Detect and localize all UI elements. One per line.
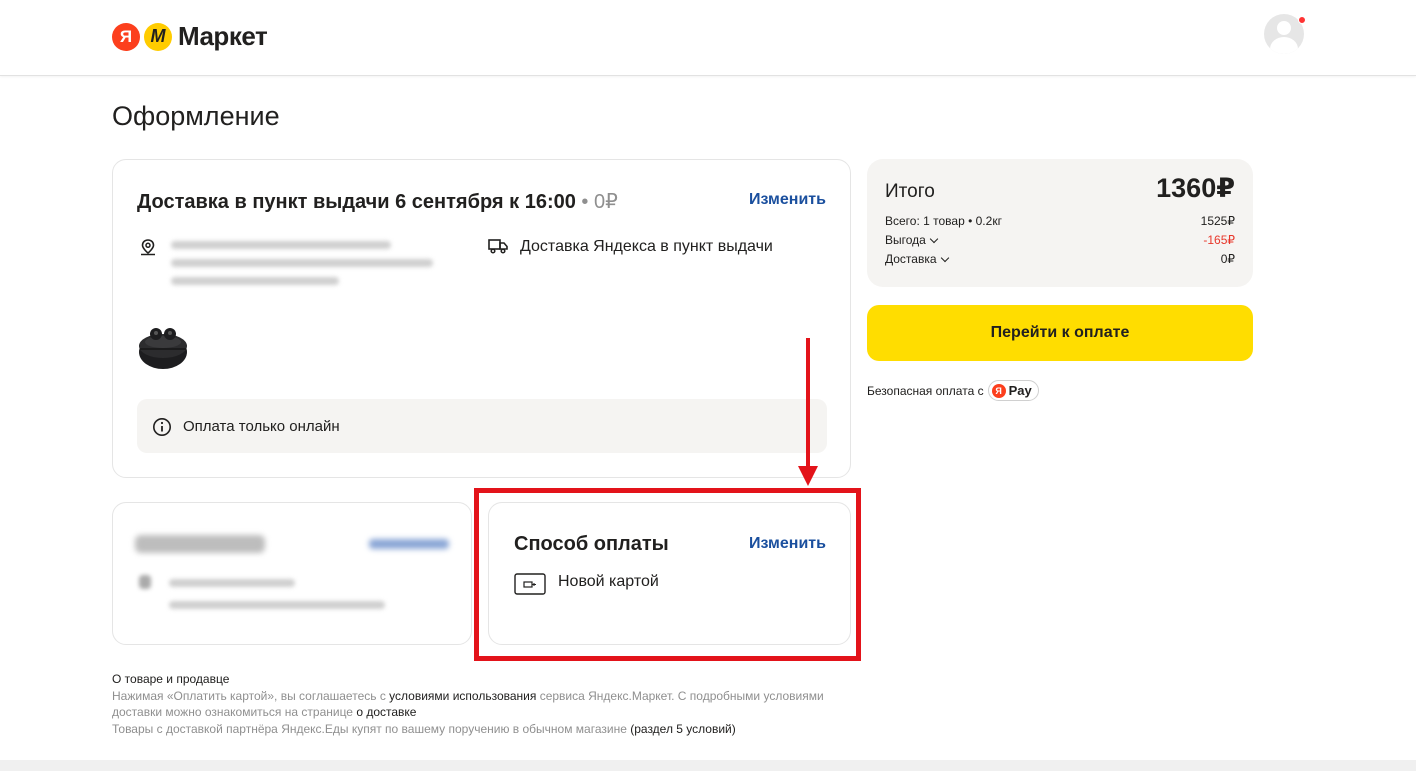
market-logo-icon: М [144, 22, 172, 51]
red-arrow-annotation [798, 338, 818, 486]
payment-info-box: Оплата только онлайн [137, 399, 827, 453]
earbuds-product-image[interactable] [137, 322, 189, 370]
footer-text: Товары с доставкой партнёра Яндекс.Еды к… [112, 721, 631, 736]
summary-total: 1360₽ [1156, 173, 1235, 203]
blurred-address-line [171, 259, 433, 267]
blurred-recipient-line [169, 579, 295, 587]
header: Я М Маркет [0, 0, 1416, 76]
about-delivery-link[interactable]: о доставке [356, 705, 416, 719]
blurred-address-line [171, 241, 391, 249]
highlight-annotation-box [474, 488, 861, 661]
truck-icon [488, 239, 508, 254]
terms-of-use-link[interactable]: условиями использования [389, 689, 536, 703]
notification-dot [1298, 16, 1306, 24]
yandex-pay-badge: Я Pay [987, 380, 1039, 401]
chevron-down-icon [940, 253, 949, 263]
yandex-market-logo[interactable]: Я М Маркет [112, 21, 268, 52]
logo-text: Маркет [178, 21, 268, 51]
avatar-head [1277, 21, 1291, 35]
delivery-title-text: Доставка в пункт выдачи 6 сентября к 16:… [137, 191, 576, 213]
summary-title: Итого [885, 181, 935, 202]
footer-delivery-line: доставки можно ознакомиться на странице … [112, 704, 824, 721]
savings-label: Выгода [885, 233, 926, 247]
yandex-pay-icon: Я [991, 383, 1006, 398]
summary-row-value: 1525₽ [1200, 214, 1235, 228]
blurred-recipient-line [169, 601, 385, 609]
bottom-strip [0, 760, 1416, 771]
section-5-terms-link[interactable]: (раздел 5 условий) [630, 722, 736, 736]
summary-row-label: Выгода [885, 233, 939, 247]
delivery-method: Доставка Яндекса в пункт выдачи [520, 238, 773, 255]
page-title: Оформление [112, 101, 280, 131]
delivery-label: Доставка [885, 252, 937, 266]
footer-partner-line: Товары с доставкой партнёра Яндекс.Еды к… [112, 721, 824, 738]
info-icon [153, 418, 171, 436]
summary-row-label: Доставка [885, 252, 949, 266]
map-pin-icon [141, 239, 155, 256]
chevron-down-icon [929, 234, 939, 244]
footer-text: Нажимая «Оплатить картой», вы соглашаете… [112, 688, 390, 703]
delivery-separator: • [575, 191, 594, 213]
legal-footer: О товаре и продавце Нажимая «Оплатить ка… [112, 671, 824, 737]
info-text: Оплата только онлайн [183, 418, 340, 435]
blurred-person-icon [139, 575, 151, 589]
summary-row-total-items: Всего: 1 товар • 0.2кг 1525₽ [885, 214, 1235, 228]
delivery-change-link[interactable]: Изменить [749, 191, 826, 209]
secure-payment-text: Безопасная оплата с [867, 383, 984, 398]
go-to-payment-button[interactable]: Перейти к оплате [867, 305, 1253, 361]
delivery-title: Доставка в пункт выдачи 6 сентября к 16:… [137, 189, 618, 214]
product-seller-info-link[interactable]: О товаре и продавце [112, 671, 824, 688]
blurred-address-line [171, 277, 339, 285]
delivery-card: Доставка в пункт выдачи 6 сентября к 16:… [112, 159, 851, 478]
avatar-body [1270, 37, 1298, 54]
delivery-price: 0₽ [593, 191, 618, 213]
blurred-recipient-title [135, 535, 265, 553]
summary-row-label: Всего: 1 товар • 0.2кг [885, 214, 1002, 228]
summary-row-delivery[interactable]: Доставка 0₽ [885, 252, 1235, 266]
order-summary: Итого 1360₽ Всего: 1 товар • 0.2кг 1525₽… [867, 159, 1253, 287]
secure-payment-note: Безопасная оплата с Я Pay [867, 380, 1039, 401]
recipient-card [112, 502, 472, 645]
footer-text: доставки можно ознакомиться на странице [112, 705, 357, 719]
yandex-logo-icon: Я [112, 22, 140, 51]
summary-row-value: 0₽ [1220, 252, 1235, 266]
blurred-recipient-change-link[interactable] [369, 539, 449, 549]
summary-row-value: -165₽ [1203, 233, 1235, 247]
yandex-pay-label: Pay [1008, 383, 1032, 398]
summary-row-savings[interactable]: Выгода -165₽ [885, 233, 1235, 247]
footer-text: сервиса Яндекс.Маркет. С подробными усло… [536, 688, 824, 703]
footer-terms-line: Нажимая «Оплатить картой», вы соглашаете… [112, 688, 824, 705]
